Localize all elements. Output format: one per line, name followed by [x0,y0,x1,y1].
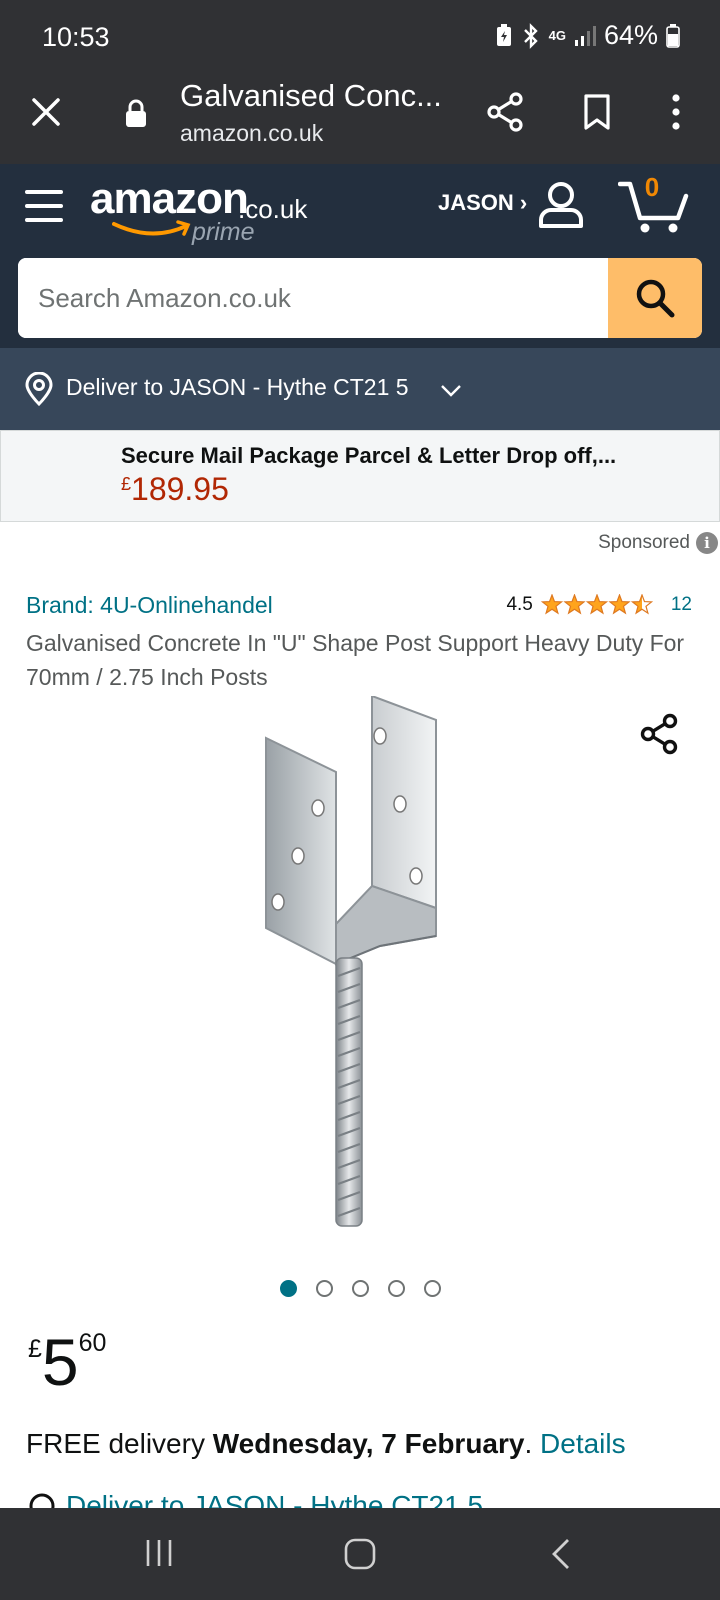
network-type-icon: 4G [548,28,566,43]
details-link[interactable]: Details [540,1428,626,1459]
browser-toolbar: Galvanised Conc... amazon.co.uk [0,78,720,164]
more-menu-icon[interactable] [662,92,690,132]
price-whole: 5 [41,1325,79,1399]
battery-saver-icon [496,23,511,46]
page-title[interactable]: Galvanised Conc... [180,78,442,114]
search-button[interactable] [608,258,702,338]
recent-apps-icon[interactable] [144,1538,174,1568]
chevron-down-icon [441,385,461,397]
close-icon[interactable] [28,94,64,130]
rating-star [630,594,653,615]
search-icon [636,279,675,318]
delivery-suffix: . [524,1428,541,1459]
share-icon[interactable] [484,90,528,134]
product-price: £560 [28,1324,106,1400]
status-bar: 10:53 4G 64% [0,0,720,78]
image-carousel-dots [280,1280,441,1297]
carousel-dot[interactable] [352,1280,369,1297]
signal-icon [574,25,596,46]
rating-star [563,594,586,615]
sponsored-banner[interactable]: Secure Mail Package Parcel & Letter Drop… [0,430,720,522]
star-rating-icon [540,594,653,615]
account-link[interactable]: JASON › [438,190,527,216]
status-icons: 4G 64% [495,20,680,51]
product-image[interactable] [240,696,470,1244]
system-nav-bar [0,1508,720,1600]
deliver-to-bar[interactable]: Deliver to JASON - Hythe CT21 5 [0,348,720,430]
rating-summary[interactable]: 4.5 12 [506,594,692,616]
deliver-to-text: Deliver to JASON - Hythe CT21 5 [66,374,409,400]
banner-price: £189.95 [121,471,229,508]
deliver-to-link-text: Deliver to JASON - Hythe CT21 5 [66,1490,484,1508]
banner-price-amount: 189.95 [131,471,229,507]
product-title: Galvanised Concrete In "U" Shape Post Su… [26,630,685,690]
search-bar [18,258,702,338]
info-icon[interactable]: i [696,532,718,554]
cart-button[interactable]: 0 [618,172,690,234]
banner-title: Secure Mail Package Parcel & Letter Drop… [121,443,617,468]
price-fraction: 60 [78,1329,107,1357]
logo-wordmark: amazon [90,174,249,223]
back-icon[interactable] [550,1538,574,1570]
amazon-logo[interactable]: amazon .co.uk prime [88,174,318,250]
rating-star [540,594,563,615]
bluetooth-icon [523,22,538,49]
carousel-dot[interactable] [388,1280,405,1297]
brand-link[interactable]: Brand: 4U-Onlinehandel [26,592,273,619]
battery-icon [666,23,680,48]
hamburger-menu-icon[interactable] [24,186,64,226]
account-icon[interactable] [536,180,586,230]
delivery-prefix: FREE delivery [26,1428,213,1459]
share-icon[interactable] [640,712,680,756]
cart-count: 0 [644,172,660,202]
carousel-dot[interactable] [280,1280,297,1297]
status-time: 10:53 [42,22,110,52]
delivery-info: FREE delivery Wednesday, 7 February. Det… [26,1428,626,1460]
battery-percent: 64% [603,20,658,50]
rating-star [585,594,608,615]
bookmark-icon[interactable] [578,92,618,132]
site-header: amazon .co.uk prime JASON › 0 [0,164,720,348]
logo-prime: prime [192,218,255,246]
price-currency: £ [28,1335,42,1363]
location-pin-icon [29,1493,55,1508]
sponsored-text: Sponsored [598,532,690,553]
rating-count: 12 [670,594,692,615]
carousel-dot[interactable] [316,1280,333,1297]
lock-icon[interactable] [122,98,150,128]
sponsored-label[interactable]: Sponsored i [598,532,718,554]
location-pin-icon [25,372,53,406]
search-input[interactable] [18,258,608,338]
rating-value: 4.5 [506,594,533,615]
delivery-date: Wednesday, 7 February [212,1428,525,1459]
logo-smile-icon [112,220,191,236]
home-icon[interactable] [344,1538,376,1570]
rating-star [608,594,631,615]
deliver-to-link[interactable]: Deliver to JASON - Hythe CT21 5 [26,1490,506,1508]
page-url[interactable]: amazon.co.uk [180,120,323,147]
carousel-dot[interactable] [424,1280,441,1297]
banner-price-currency: £ [121,474,132,494]
